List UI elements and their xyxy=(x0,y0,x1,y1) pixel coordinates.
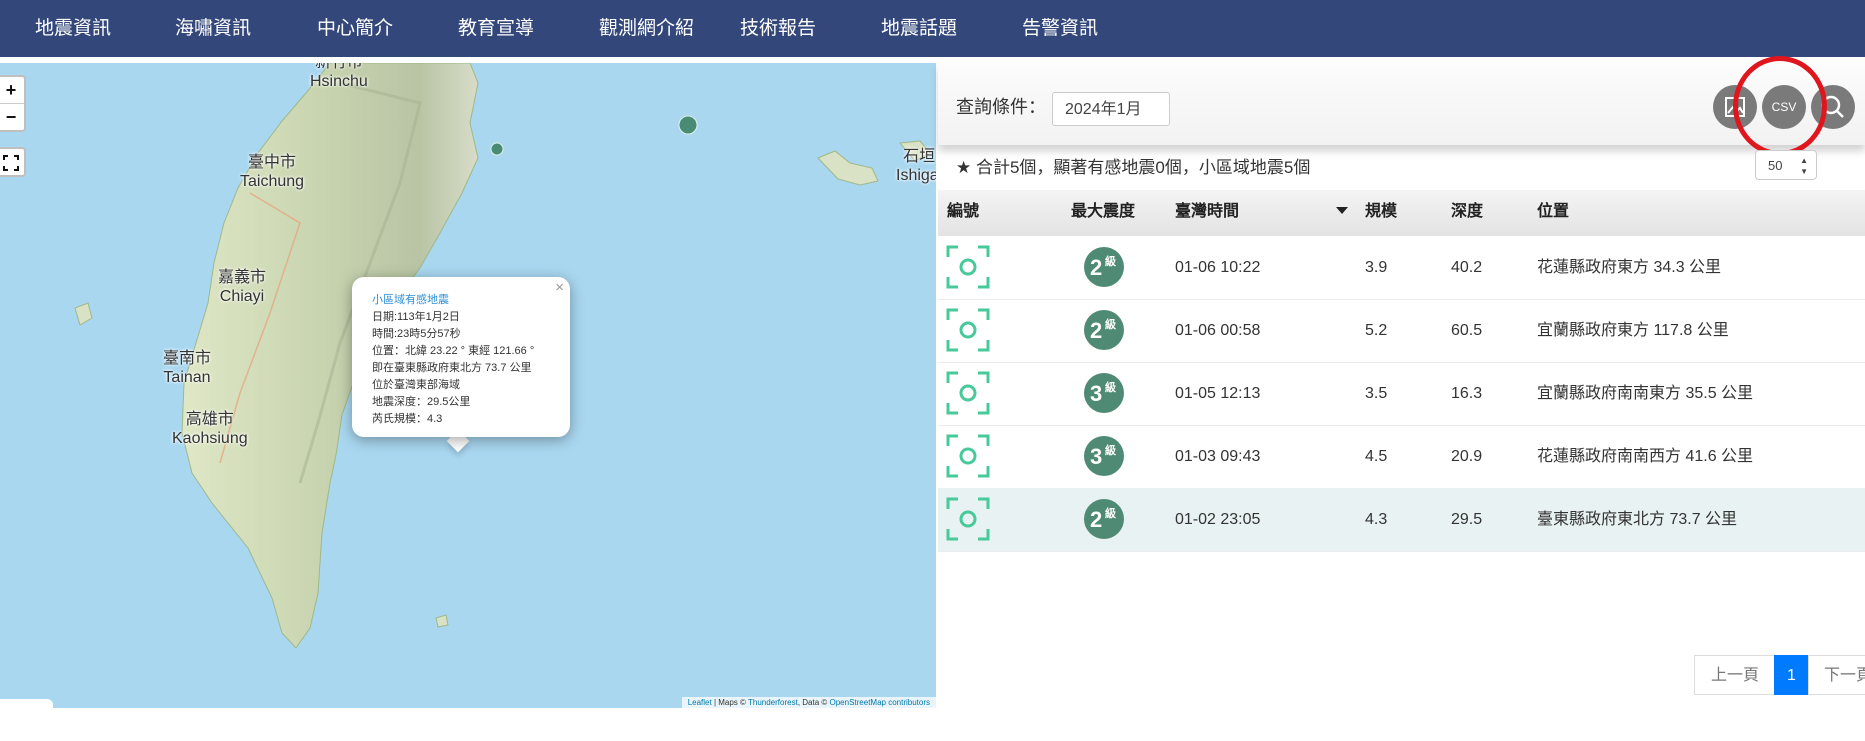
nav-network-intro[interactable]: 觀測網介紹 xyxy=(599,0,694,57)
intensity-badge: 2級 xyxy=(1084,310,1124,350)
epicenter-marker[interactable] xyxy=(678,115,698,135)
summary-text: ★ 合計5個，顯著有感地震0個，小區域地震5個 xyxy=(956,158,1311,177)
popup-depth: 地震深度：29.5公里 xyxy=(372,396,471,408)
popup-title: 小區域有感地震 xyxy=(372,294,449,306)
thunderforest-link[interactable]: Thunderforest xyxy=(748,698,798,707)
fullscreen-button[interactable] xyxy=(0,149,24,175)
cell-depth: 40.2 xyxy=(1451,259,1483,276)
map-attribution: Leaflet | Maps © Thunderforest, Data © O… xyxy=(681,697,936,708)
highlight-circle-annotation xyxy=(1733,56,1827,156)
epicenter-marker[interactable] xyxy=(490,142,504,156)
nav-earthquake-topics[interactable]: 地震話題 xyxy=(881,0,957,57)
cell-location: 宜蘭縣政府東方 117.8 公里 xyxy=(1537,322,1729,339)
per-page-select[interactable]: 50 ▲ ▼ xyxy=(1755,150,1817,180)
table-header: 編號 最大震度 臺灣時間 規模 深度 位置 xyxy=(938,190,1865,236)
zoom-control: + − xyxy=(0,75,26,132)
star-icon: ★ xyxy=(956,158,976,177)
cell-magnitude: 3.5 xyxy=(1365,385,1388,402)
cell-depth: 16.3 xyxy=(1451,385,1483,402)
sort-desc-icon[interactable] xyxy=(1336,207,1348,214)
cell-location: 花蓮縣政府東方 34.3 公里 xyxy=(1537,259,1722,276)
table-row[interactable]: 2 級 01-06 10:22 3.9 40.2 花蓮縣政府東方 34.3 公里 xyxy=(938,236,1865,300)
table-row[interactable]: 3 級 01-05 12:13 3.5 16.3 宜蘭縣政府南南東方 35.5 公里 xyxy=(938,362,1865,426)
city-label-hsinchu: 新竹市Hsinchu xyxy=(310,63,368,90)
top-nav: 地震資訊 海嘯資訊 中心簡介 教育宣導 觀測網介紹 技術報告 地震話題 告警資訊 xyxy=(0,0,1865,57)
cell-time: 01-06 10:22 xyxy=(1175,259,1261,276)
header-location[interactable]: 位置 xyxy=(1537,190,1569,234)
intensity-badge: 2級 xyxy=(1084,499,1124,539)
focus-locate-icon[interactable] xyxy=(946,497,990,541)
leaflet-link[interactable]: Leaflet xyxy=(688,698,712,707)
intensity-badge: 3級 xyxy=(1084,373,1124,413)
intensity-badge: 2級 xyxy=(1084,247,1124,287)
table-row[interactable]: 2 級 01-06 00:58 5.2 60.5 宜蘭縣政府東方 117.8 公里 xyxy=(938,299,1865,363)
focus-locate-icon[interactable] xyxy=(946,371,990,415)
layers-toggle-button[interactable] xyxy=(0,699,53,708)
table-row[interactable]: 2 級 01-02 23:05 4.3 29.5 臺東縣政府東北方 73.7 公里 xyxy=(938,488,1865,552)
cell-magnitude: 4.5 xyxy=(1365,448,1388,465)
cell-depth: 20.9 xyxy=(1451,448,1483,465)
select-arrows-icon: ▲ ▼ xyxy=(1800,156,1808,176)
header-magnitude[interactable]: 規模 xyxy=(1365,190,1397,234)
cell-magnitude: 3.9 xyxy=(1365,259,1388,276)
cell-depth: 60.5 xyxy=(1451,322,1483,339)
city-label-chiayi: 嘉義市 Chiayi xyxy=(218,269,267,305)
pagination-current-page[interactable]: 1 xyxy=(1774,655,1809,695)
city-label-tainan: 臺南市 Tainan xyxy=(163,350,212,386)
cell-location: 臺東縣政府東北方 73.7 公里 xyxy=(1537,511,1738,528)
header-max-intensity[interactable]: 最大震度 xyxy=(1071,190,1135,234)
cell-magnitude: 4.3 xyxy=(1365,511,1388,528)
popup-magnitude: 芮氏規模：4.3 xyxy=(372,413,443,425)
cell-time: 01-02 23:05 xyxy=(1175,511,1261,528)
cell-location: 花蓮縣政府南南西方 41.6 公里 xyxy=(1537,448,1754,465)
query-month-input[interactable]: 2024年1月 xyxy=(1052,92,1170,126)
nav-earthquake-info[interactable]: 地震資訊 xyxy=(35,0,111,57)
cell-time: 01-06 00:58 xyxy=(1175,322,1261,339)
zoom-in-button[interactable]: + xyxy=(0,77,24,103)
earthquake-list-panel: 查詢條件： 2024年1月 CSV ★ 合計5個，顯著有感地震0個，小區域地震5… xyxy=(938,56,1865,741)
focus-locate-icon[interactable] xyxy=(946,245,990,289)
cell-depth: 29.5 xyxy=(1451,511,1483,528)
nav-tech-reports[interactable]: 技術報告 xyxy=(740,0,816,57)
cell-time: 01-05 12:13 xyxy=(1175,385,1261,402)
cell-time: 01-03 09:43 xyxy=(1175,448,1261,465)
popup-region: 位於臺灣東部海域 xyxy=(372,379,460,391)
popup-position: 位置：北緯 23.22 ° 東經 121.66 ° xyxy=(372,345,535,357)
popup-time: 時間:23時5分57秒 xyxy=(372,328,461,340)
intensity-badge: 3級 xyxy=(1084,436,1124,476)
nav-tsunami-info[interactable]: 海嘯資訊 xyxy=(175,0,251,57)
pagination-next[interactable]: 下一頁 xyxy=(1808,655,1865,695)
osm-link[interactable]: OpenStreetMap contributors xyxy=(830,698,931,707)
earthquake-popup: × 小區域有感地震 日期:113年1月2日 時間:23時5分57秒 位置：北緯 … xyxy=(352,277,570,437)
popup-date: 日期:113年1月2日 xyxy=(372,311,460,323)
city-label-kaohsiung: 高雄市 Kaohsiung xyxy=(172,411,248,447)
header-id: 編號 xyxy=(947,203,980,220)
earthquake-map[interactable]: 新竹市Hsinchu 臺中市Taichung 嘉義市Chiayi 臺南市Tain… xyxy=(0,63,936,708)
query-bar: 查詢條件： 2024年1月 CSV xyxy=(938,56,1865,156)
nav-center-intro[interactable]: 中心簡介 xyxy=(317,0,393,57)
pagination-prev[interactable]: 上一頁 xyxy=(1694,655,1776,695)
city-label-taichung: 臺中市 Taichung xyxy=(240,154,305,190)
cell-magnitude: 5.2 xyxy=(1365,322,1388,339)
focus-locate-icon[interactable] xyxy=(946,434,990,478)
header-depth[interactable]: 深度 xyxy=(1451,190,1483,234)
fullscreen-control xyxy=(0,147,26,177)
popup-relative-location: 即在臺東縣政府東北方 73.7 公里 xyxy=(372,362,532,374)
table-row[interactable]: 3 級 01-03 09:43 4.5 20.9 花蓮縣政府南南西方 41.6 公里 xyxy=(938,425,1865,489)
fullscreen-icon xyxy=(3,155,19,172)
header-taiwan-time[interactable]: 臺灣時間 xyxy=(1175,190,1239,234)
city-label-ishigaki: 石垣Ishigal xyxy=(896,148,936,184)
nav-alert-info[interactable]: 告警資訊 xyxy=(1022,0,1098,57)
cell-location: 宜蘭縣政府南南東方 35.5 公里 xyxy=(1537,385,1754,402)
nav-education[interactable]: 教育宣導 xyxy=(458,0,534,57)
zoom-out-button[interactable]: − xyxy=(0,104,24,130)
query-label: 查詢條件： xyxy=(956,97,1046,117)
popup-close-button[interactable]: × xyxy=(555,279,564,296)
focus-locate-icon[interactable] xyxy=(946,308,990,352)
